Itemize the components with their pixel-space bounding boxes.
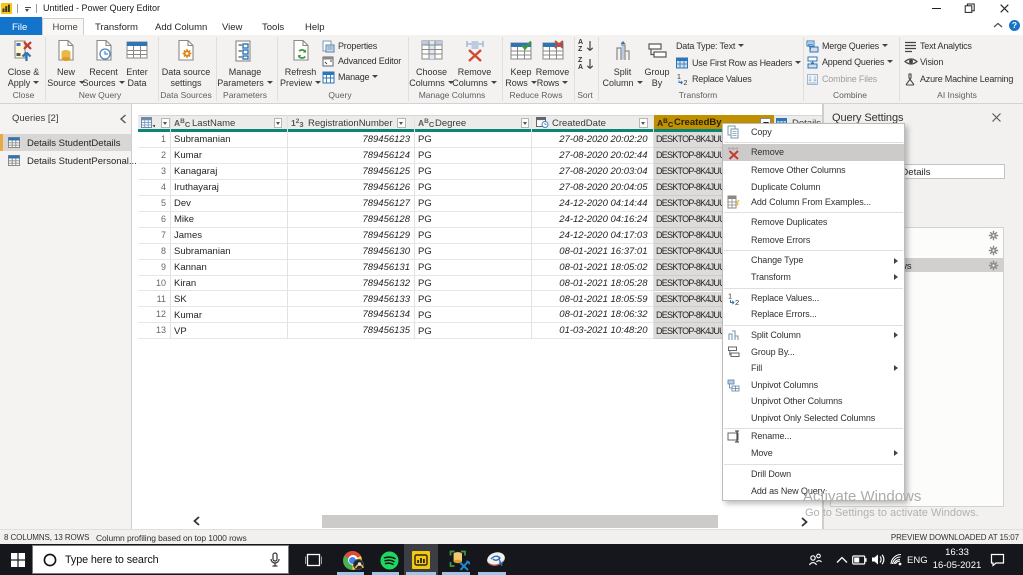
svg-text:2: 2: [735, 298, 739, 306]
svg-text:2: 2: [684, 80, 688, 86]
svg-text:1: 1: [728, 292, 732, 301]
svg-text:1: 1: [677, 74, 681, 81]
